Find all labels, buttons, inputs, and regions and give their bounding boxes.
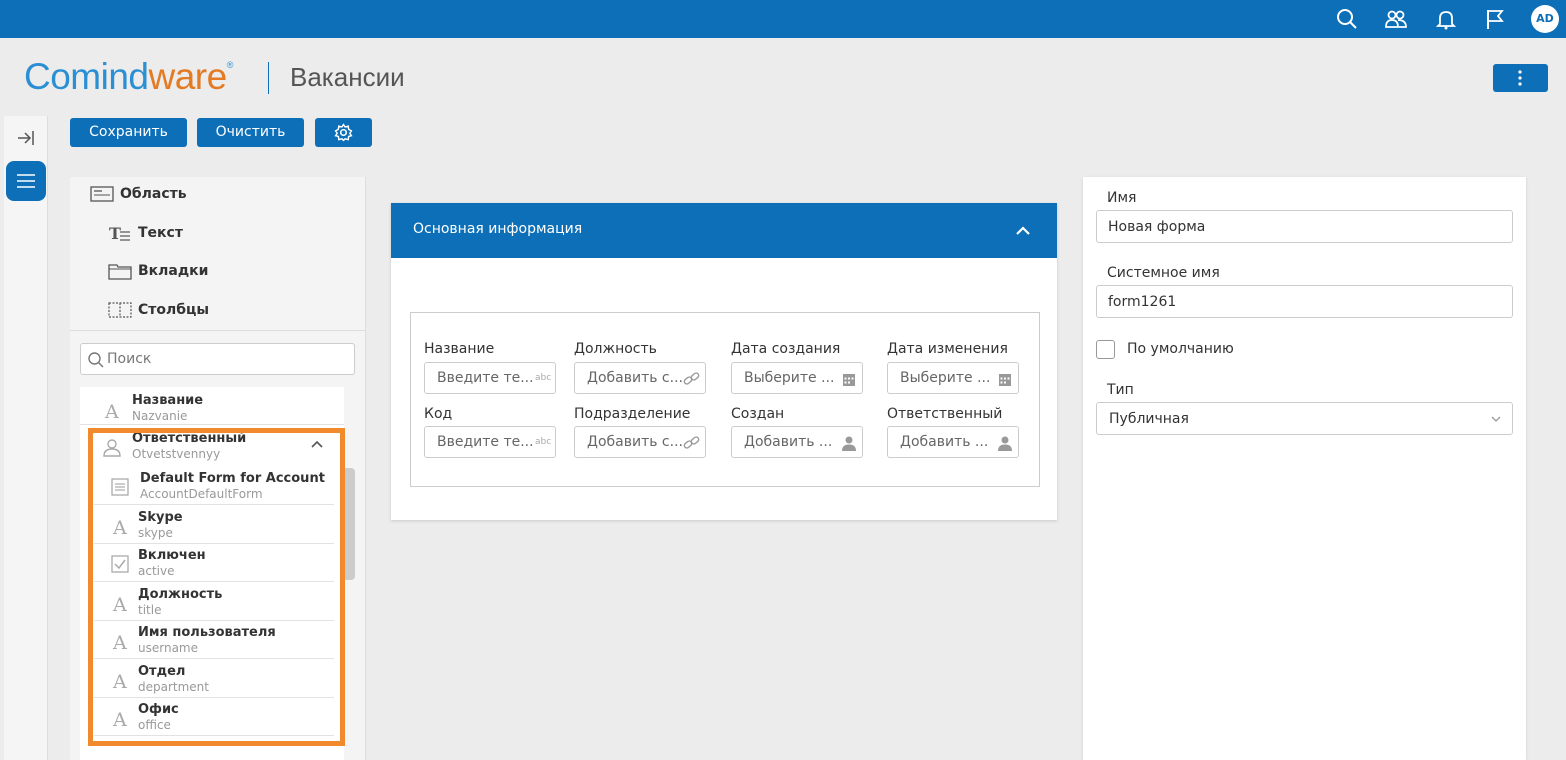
chevron-up-icon[interactable]	[310, 439, 324, 449]
field-label-otvetstvennyy: Ответственный	[887, 406, 1003, 422]
element-tabs[interactable]: Вкладки	[108, 262, 209, 280]
flag-icon[interactable]	[1483, 7, 1507, 31]
user-icon	[103, 439, 121, 457]
field-item-username[interactable]: A Имя пользователя username	[94, 621, 334, 659]
left-rail	[4, 116, 48, 760]
input-kod[interactable]: Введите те... abc	[424, 426, 556, 458]
more-menu-button[interactable]	[1493, 64, 1548, 92]
search-input[interactable]	[107, 348, 347, 370]
menu-button[interactable]	[6, 161, 46, 201]
field-label-sozdan: Создан	[731, 406, 785, 422]
search-icon[interactable]	[1335, 7, 1359, 31]
collapse-button[interactable]	[6, 118, 46, 158]
calendar-icon	[999, 374, 1011, 386]
chevron-up-icon[interactable]	[1013, 221, 1033, 241]
settings-button[interactable]	[315, 118, 372, 147]
default-checkbox[interactable]	[1096, 340, 1115, 359]
name-field[interactable]	[1096, 210, 1513, 243]
link-icon	[683, 372, 700, 385]
logo: Comindware®	[24, 56, 233, 97]
element-text[interactable]: T Текст	[108, 224, 183, 242]
text-field-icon: A	[112, 709, 127, 728]
svg-text:A: A	[112, 709, 127, 728]
panel-divider	[70, 330, 366, 331]
element-columns[interactable]: Столбцы	[108, 301, 209, 319]
hamburger-icon	[17, 174, 35, 188]
svg-text:A: A	[112, 671, 127, 690]
tabs-icon	[108, 264, 132, 280]
field-item-skype[interactable]: A Skype skype	[94, 506, 334, 544]
input-modified-date[interactable]: Выберите ...	[887, 362, 1019, 394]
top-bar: AD	[0, 0, 1566, 38]
field-item-office[interactable]: A Офис office	[94, 698, 334, 736]
field-list-scrollbar[interactable]	[343, 468, 355, 580]
input-created-date[interactable]: Выберите ...	[731, 362, 863, 394]
search-icon	[88, 352, 104, 368]
system-name-field[interactable]	[1096, 285, 1513, 318]
users-icon[interactable]	[1384, 7, 1408, 31]
field-item-title[interactable]: A Должность title	[94, 583, 334, 621]
collapse-arrow-icon	[18, 131, 34, 145]
person-icon	[842, 436, 856, 451]
svg-text:A: A	[112, 517, 127, 536]
properties-panel: Имя Системное имя По умолчанию Тип Публи…	[1083, 177, 1526, 760]
field-label-podrazdelenie: Подразделение	[574, 406, 691, 422]
text-field-icon: A	[112, 517, 127, 536]
text-field-icon: A	[112, 632, 127, 651]
type-select[interactable]: Публичная	[1096, 402, 1513, 435]
input-nazvanie[interactable]: Введите те... abc	[424, 362, 556, 394]
bell-icon[interactable]	[1434, 7, 1458, 31]
title-separator	[268, 62, 269, 94]
checkbox-icon	[111, 555, 129, 573]
save-button[interactable]: Сохранить	[70, 118, 187, 147]
chevron-down-icon	[1491, 416, 1501, 422]
text-field-icon: A	[104, 401, 119, 420]
field-item-department[interactable]: A Отдел department	[94, 660, 334, 698]
columns-container: Название Введите те... abc Должность Доб…	[410, 312, 1040, 487]
field-label-nazvanie: Название	[424, 341, 495, 357]
element-area[interactable]: Область	[90, 185, 187, 203]
field-label-created-date: Дата создания	[731, 341, 841, 357]
form-icon	[111, 478, 129, 496]
default-label: По умолчанию	[1127, 341, 1234, 357]
person-icon	[998, 436, 1012, 451]
input-otvetstvennyy[interactable]: Добавить ...	[887, 426, 1019, 458]
field-item-account-default-form[interactable]: Default Form for Account AccountDefaultF…	[94, 467, 334, 505]
gear-icon	[334, 123, 353, 142]
card-header[interactable]: Основная информация	[391, 203, 1057, 258]
field-item-nazvanie[interactable]: A Название Nazvanie	[80, 387, 344, 425]
field-item-active[interactable]: Включен active	[94, 544, 334, 582]
search-box	[80, 343, 355, 375]
svg-text:A: A	[104, 401, 119, 420]
field-label-dolzhnost: Должность	[574, 341, 657, 357]
input-sozdan[interactable]: Добавить ...	[731, 426, 863, 458]
form-card: Основная информация Название Введите те.…	[391, 203, 1057, 520]
field-item-otvetstvennyy[interactable]: Ответственный Otvetstvennyy	[80, 427, 344, 465]
name-label: Имя	[1107, 190, 1137, 206]
elements-panel: Область T Текст Вкладки Столбцы A Назван…	[70, 177, 366, 760]
calendar-icon	[843, 374, 855, 386]
clear-button[interactable]: Очистить	[197, 118, 304, 147]
columns-icon	[108, 302, 132, 318]
text-field-icon: A	[112, 594, 127, 613]
svg-text:A: A	[112, 632, 127, 651]
input-podrazdelenie[interactable]: Добавить с...	[574, 426, 706, 458]
svg-text:T: T	[109, 224, 121, 242]
abc-icon: abc	[535, 373, 552, 383]
input-dolzhnost[interactable]: Добавить с...	[574, 362, 706, 394]
link-icon	[683, 436, 700, 449]
text-icon: T	[109, 224, 130, 242]
page-title: Вакансии	[290, 62, 405, 92]
text-field-icon: A	[112, 671, 127, 690]
field-label-kod: Код	[424, 406, 453, 422]
area-icon	[90, 186, 114, 202]
avatar[interactable]: AD	[1531, 5, 1559, 33]
abc-icon: abc	[535, 437, 552, 447]
type-label: Тип	[1107, 382, 1134, 398]
field-list: A Название Nazvanie Ответственный Otvets…	[80, 387, 344, 760]
field-label-modified-date: Дата изменения	[887, 341, 1008, 357]
svg-text:A: A	[112, 594, 127, 613]
system-name-label: Системное имя	[1107, 265, 1220, 281]
kebab-icon	[1518, 70, 1522, 86]
